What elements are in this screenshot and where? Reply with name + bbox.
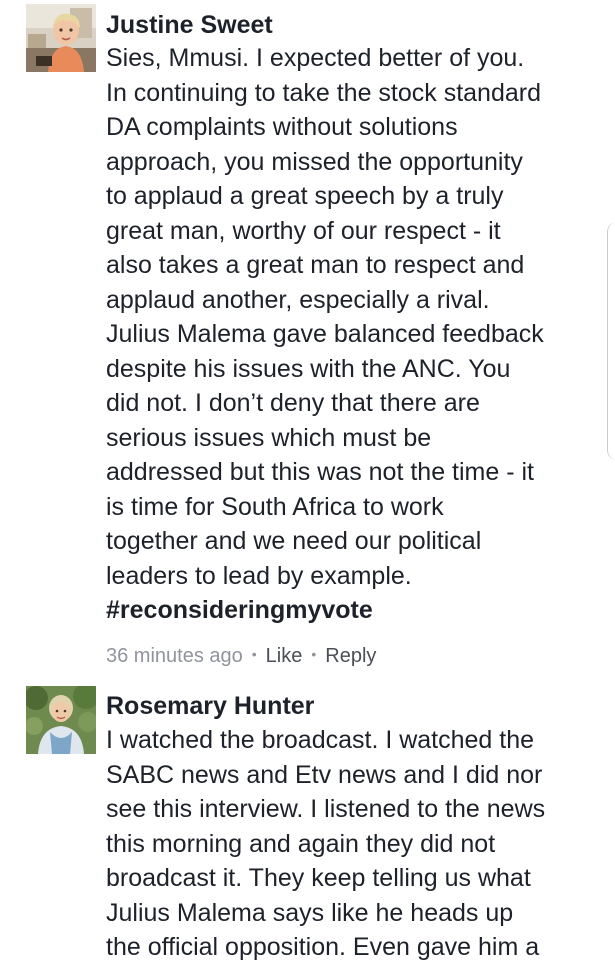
comment-text-line: also takes a great man to respect and [106, 251, 525, 279]
comment-text-line: broadcast it. They keep telling us what [106, 864, 531, 892]
comment-text-line: Julius Malema gave balanced feedback [106, 320, 544, 348]
like-button[interactable]: Like [266, 645, 303, 667]
comment-rosemary-hunter: Rosemary Hunter I watched the broadcast.… [0, 680, 615, 961]
separator-dot: • [311, 646, 317, 662]
comment-text-line: together and we need our political [106, 527, 482, 555]
comment-text-line: Julius Malema says like he heads up [106, 898, 514, 927]
comment-text-line: leaders to lead by example. [106, 561, 412, 590]
comment-text-line: see this interview. I listened to the ne… [106, 795, 546, 823]
comment-text-line: Sies, Mmusi. I expected better of you. [106, 44, 525, 72]
comment-text-line: DA complaints without solutions [106, 113, 458, 141]
reply-button[interactable]: Reply [325, 645, 376, 667]
hashtag-link[interactable]: #reconsideringmyvote [106, 593, 606, 628]
comment-author[interactable]: Justine Sweet [106, 10, 273, 40]
comment-text-line: serious issues which must be [106, 423, 432, 452]
child-photo-avatar-icon [26, 4, 96, 72]
comment-meta: 36 minutes ago • Like • Reply [106, 641, 376, 669]
scrollbar[interactable] [607, 222, 615, 460]
comment-text-line: In continuing to take the stock standard [106, 78, 541, 107]
comment-text-line: I watched the broadcast. I watched the [106, 726, 535, 754]
comment-text-line: the official opposition. Even gave him a [106, 933, 540, 961]
comment-text-line: to applaud a great speech by a truly [106, 182, 504, 210]
comment-text-line: is time for South Africa to work [106, 492, 444, 521]
comment-justine-sweet: Justine Sweet Sies, Mmusi. I expected be… [0, 0, 615, 680]
separator-dot: • [251, 646, 257, 662]
comment-author[interactable]: Rosemary Hunter [106, 691, 314, 721]
comment-body: Sies, Mmusi. I expected better of you. I… [106, 41, 606, 628]
comment-text-line: addressed but this was not the time - it [106, 458, 534, 486]
avatar[interactable] [26, 686, 96, 754]
comment-text-line: applaud another, especially a rival. [106, 285, 490, 314]
comment-text-line: approach, you missed the opportunity [106, 147, 523, 176]
comment-timestamp: 36 minutes ago [106, 645, 243, 667]
comment-body: I watched the broadcast. I watched the S… [106, 723, 606, 965]
comment-text-line: great man, worthy of our respect - it [106, 216, 501, 245]
avatar[interactable] [26, 4, 96, 72]
comment-text-line: SABC news and Etv news and I did nor [106, 760, 543, 789]
woman-photo-avatar-icon [26, 686, 96, 754]
comment-text-line: despite his issues with the ANC. You [106, 354, 511, 383]
comment-text-line: did not. I don’t deny that there are [106, 389, 480, 417]
comment-text-line: this morning and again they did not [106, 829, 496, 858]
